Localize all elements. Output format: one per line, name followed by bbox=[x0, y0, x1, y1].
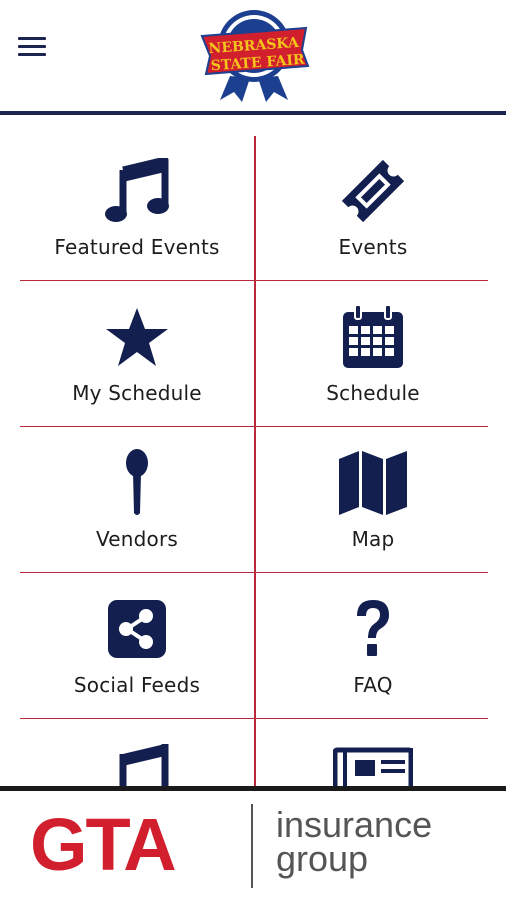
app-header: NEBRASKA STATE FAIR bbox=[0, 0, 506, 112]
menu-item-featured-events[interactable]: Featured Events bbox=[20, 136, 254, 282]
menu-item-label: FAQ bbox=[353, 673, 393, 697]
nebraska-state-fair-logo[interactable]: NEBRASKA STATE FAIR bbox=[196, 6, 312, 102]
menu-item-label: Map bbox=[351, 527, 395, 551]
hamburger-menu-icon[interactable] bbox=[18, 37, 46, 59]
footer-divider bbox=[0, 786, 506, 791]
menu-item-social-feeds[interactable]: Social Feeds bbox=[20, 574, 254, 720]
sponsor-tagline-line1: insurance bbox=[276, 804, 433, 845]
menu-item-label: Social Feeds bbox=[73, 673, 201, 697]
star-icon bbox=[20, 302, 254, 372]
menu-item-label: My Schedule bbox=[72, 381, 202, 405]
menu-grid: Featured Events Events My Schedule Sched… bbox=[20, 136, 488, 786]
header-divider bbox=[0, 111, 506, 115]
sponsor-tagline: insurance group bbox=[276, 804, 433, 879]
menu-item-schedule[interactable]: Schedule bbox=[256, 282, 488, 428]
map-icon bbox=[256, 448, 488, 518]
menu-item-label: Vendors bbox=[95, 527, 179, 551]
sponsor-separator bbox=[251, 804, 253, 888]
calendar-icon bbox=[256, 302, 488, 372]
sponsor-tagline-line2: group bbox=[276, 838, 369, 879]
menu-item-label: Featured Events bbox=[54, 235, 220, 259]
menu-item-map[interactable]: Map bbox=[256, 428, 488, 574]
menu-item-partial-right[interactable] bbox=[256, 720, 488, 786]
spoon-icon bbox=[20, 448, 254, 518]
sponsor-banner[interactable]: GTA insurance group bbox=[0, 786, 506, 900]
menu-item-events[interactable]: Events bbox=[256, 136, 488, 282]
menu-item-my-schedule[interactable]: My Schedule bbox=[20, 282, 254, 428]
ticket-icon bbox=[256, 156, 488, 226]
menu-item-vendors[interactable]: Vendors bbox=[20, 428, 254, 574]
share-icon bbox=[20, 594, 254, 664]
newspaper-icon bbox=[256, 740, 488, 786]
menu-item-label: Schedule bbox=[326, 381, 420, 405]
music-note-icon bbox=[20, 156, 254, 226]
music-note-icon bbox=[20, 740, 254, 786]
logo-graphic: NEBRASKA STATE FAIR bbox=[200, 10, 310, 102]
menu-item-partial-left[interactable] bbox=[20, 720, 254, 786]
question-icon bbox=[256, 594, 488, 664]
menu-item-label: Events bbox=[338, 235, 408, 259]
sponsor-logo-mark: GTA bbox=[30, 803, 177, 886]
menu-item-faq[interactable]: FAQ bbox=[256, 574, 488, 720]
column-divider bbox=[254, 136, 256, 786]
